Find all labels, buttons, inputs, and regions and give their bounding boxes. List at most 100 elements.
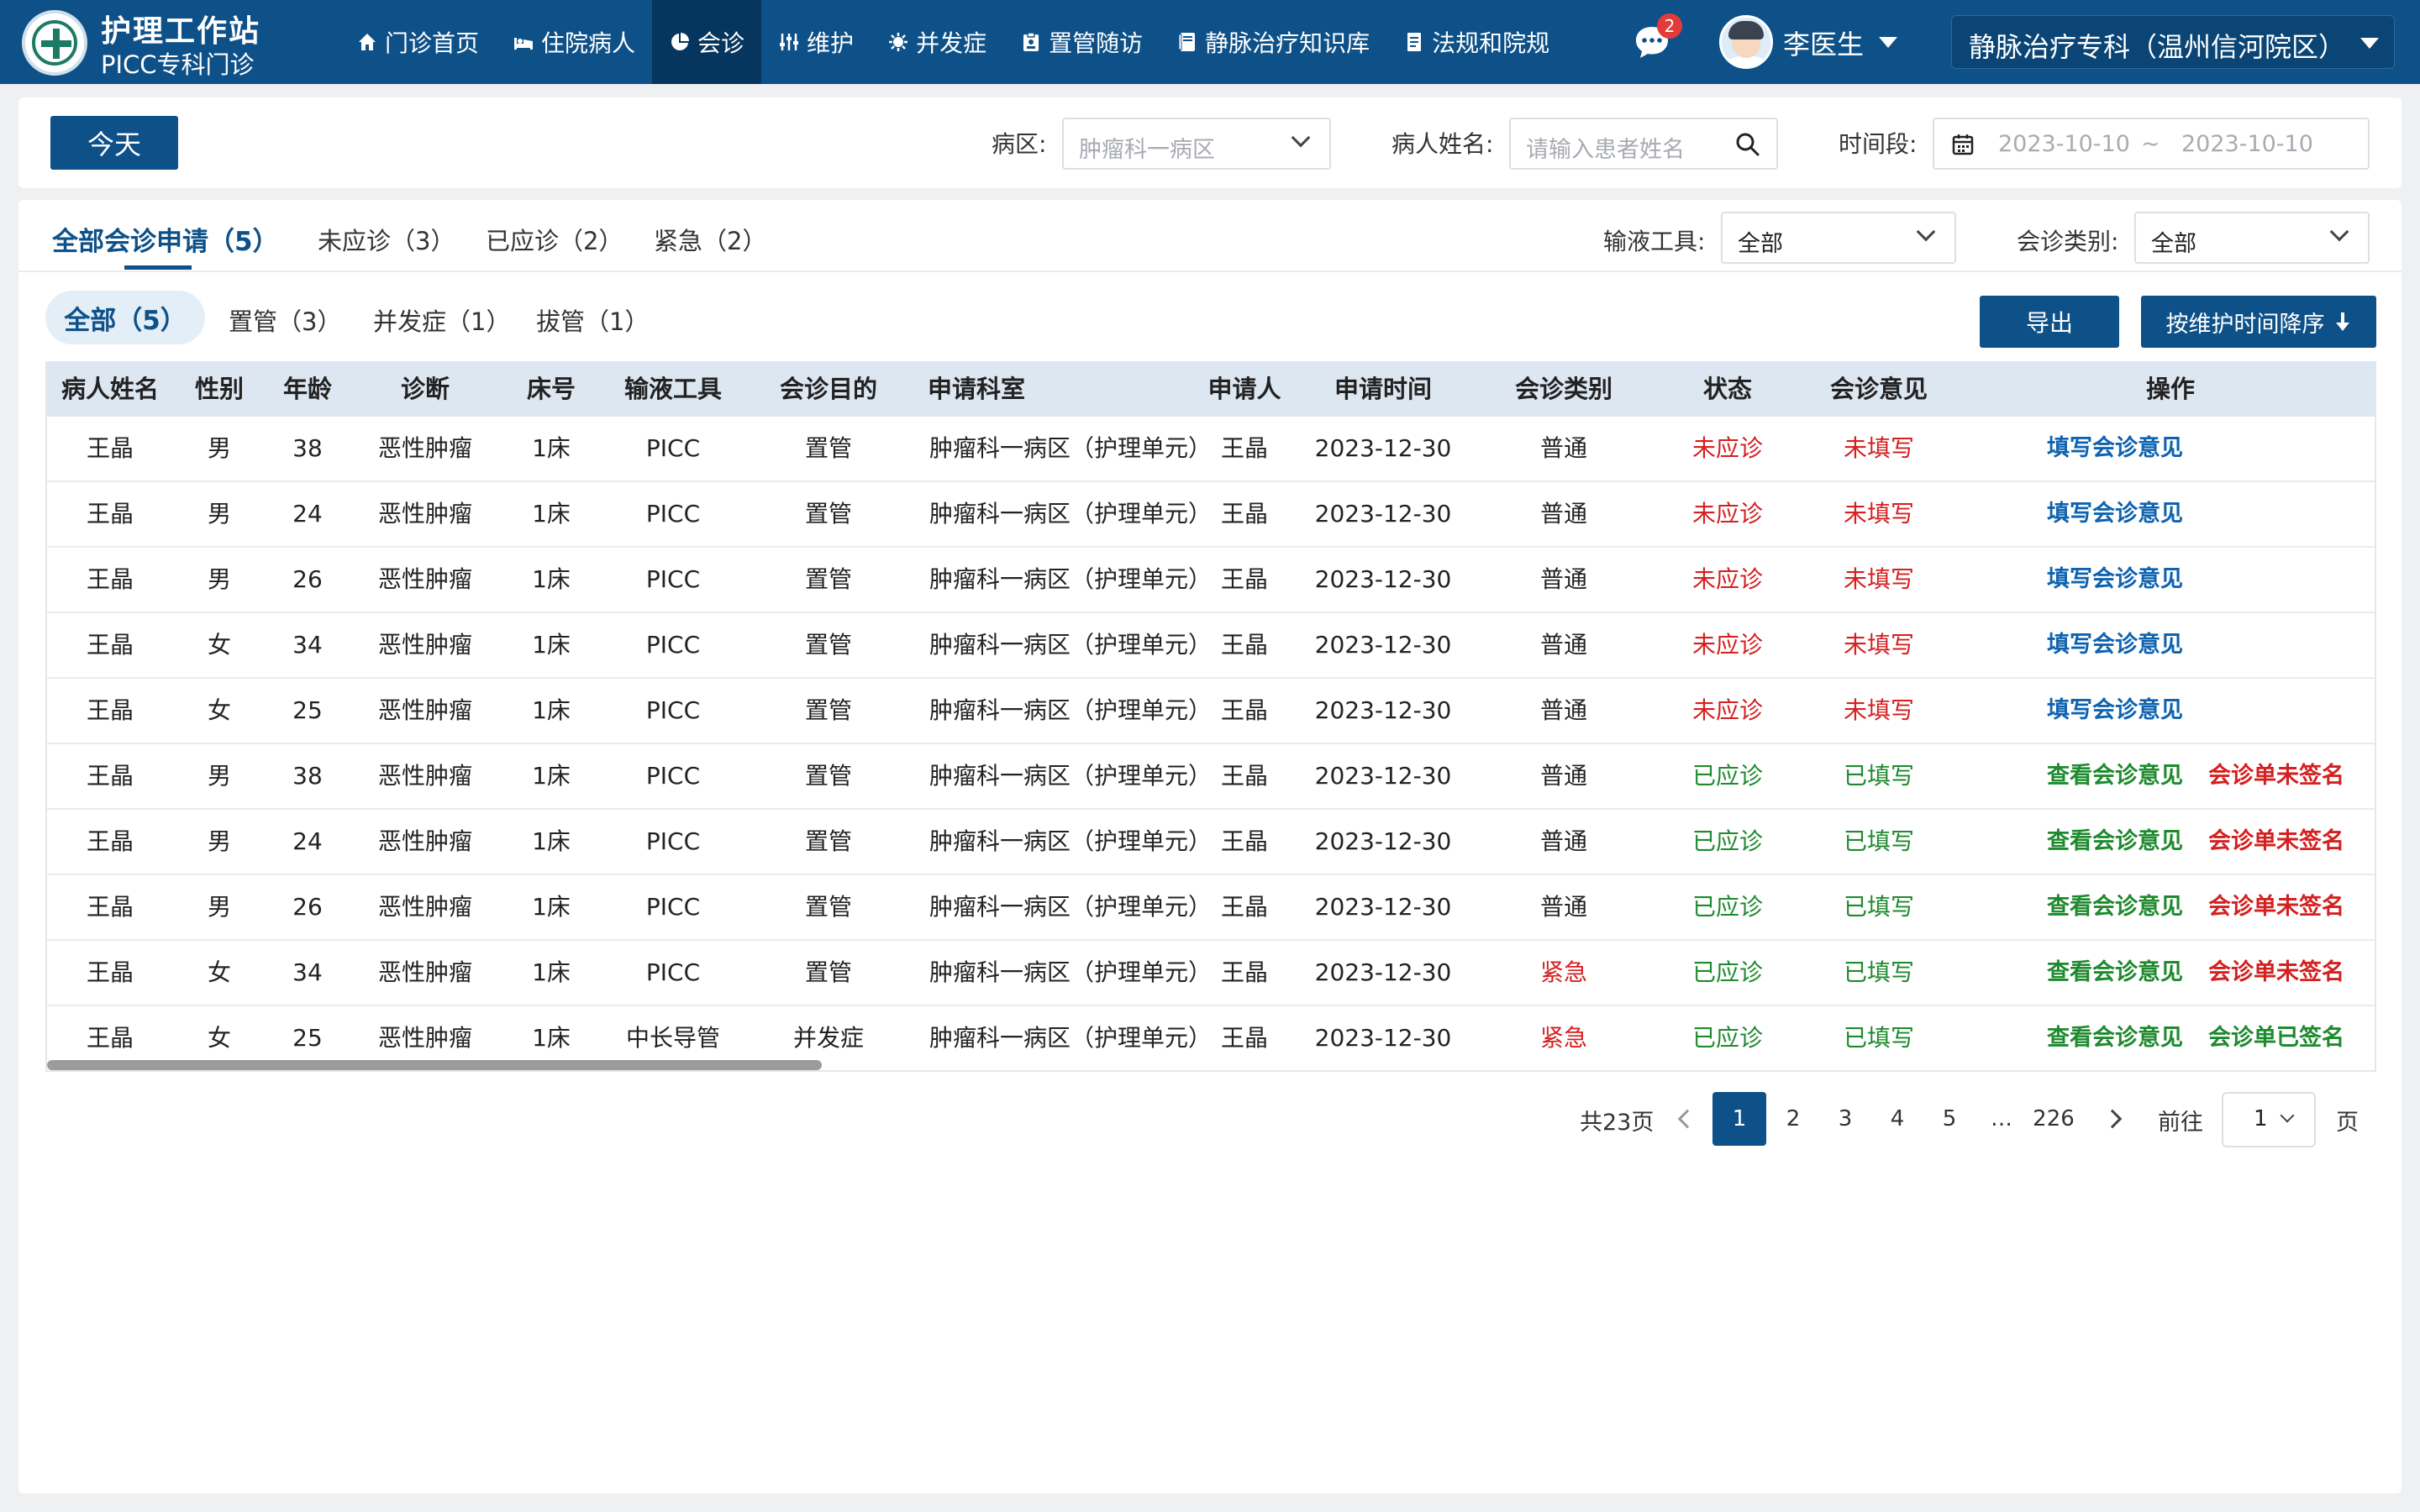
patient-name-input[interactable]: 请输入患者姓名	[1509, 118, 1778, 170]
nav-item-0[interactable]: 门诊首页	[339, 0, 496, 84]
page-number[interactable]: 1	[1712, 1092, 1766, 1146]
col-status-cell: 已应诊	[1691, 958, 1763, 986]
date-range-picker[interactable]: 2023-10-10 ~ 2023-10-10	[1933, 118, 2370, 170]
chevron-down-icon	[1291, 128, 1311, 148]
col-opinion-cell: 未填写	[1843, 500, 1914, 528]
write-opinion-link[interactable]: 填写会诊意见	[2047, 613, 2183, 677]
col-opinion-cell: 未填写	[1843, 631, 1914, 659]
consult-type-select[interactable]: 全部	[2134, 212, 2370, 264]
col-age-cell: 26	[292, 565, 323, 593]
site-selector[interactable]: 静脉治疗专科（温州信河院区）	[1951, 15, 2395, 69]
user-name[interactable]: 李医生	[1783, 24, 1864, 62]
signature-status-link[interactable]: 会诊单未签名	[2208, 941, 2344, 1005]
col-infusion-tool-header: 输液工具	[623, 375, 722, 403]
page-number[interactable]: 226	[2027, 1092, 2081, 1146]
col-department-cell: 肿瘤科一病区（护理单元）	[929, 958, 1213, 986]
col-status-cell: 未应诊	[1691, 434, 1763, 462]
col-patient-name-cell: 王晶	[86, 500, 134, 528]
nav-item-label: 置管随访	[1049, 29, 1144, 57]
col-age-cell: 38	[292, 762, 323, 790]
nav-item-1[interactable]: 住院病人	[496, 0, 652, 84]
date-end[interactable]: 2023-10-10	[2181, 131, 2313, 157]
today-button[interactable]: 今天	[50, 116, 178, 170]
user-avatar[interactable]	[1719, 15, 1773, 69]
page-number[interactable]: 2	[1766, 1092, 1820, 1146]
col-purpose-cell: 置管	[804, 762, 852, 790]
col-status-header: 状态	[1702, 375, 1752, 403]
write-opinion-link[interactable]: 填写会诊意见	[2047, 417, 2183, 480]
write-opinion-link[interactable]: 填写会诊意见	[2047, 548, 2183, 612]
nav-item-7[interactable]: 法规和院规	[1386, 0, 1566, 84]
col-age-cell: 24	[292, 827, 323, 855]
view-opinion-link[interactable]: 查看会诊意见	[2047, 941, 2183, 1005]
search-icon[interactable]	[1734, 131, 1761, 158]
write-opinion-link[interactable]: 填写会诊意见	[2047, 679, 2183, 743]
col-department-cell: 肿瘤科一病区（护理单元）	[929, 500, 1213, 528]
view-opinion-link[interactable]: 查看会诊意见	[2047, 875, 2183, 939]
col-diagnosis-cell: 恶性肿瘤	[377, 565, 472, 593]
date-start[interactable]: 2023-10-10	[1998, 131, 2130, 157]
sort-button[interactable]: 按维护时间降序	[2141, 296, 2376, 348]
goto-page-input[interactable]: 1	[2222, 1092, 2316, 1147]
signature-status-link[interactable]: 会诊单未签名	[2208, 875, 2344, 939]
col-patient-name-cell: 王晶	[86, 893, 134, 921]
filter-pill-complication[interactable]: 并发症（1）	[373, 302, 510, 338]
col-purpose-cell: 置管	[804, 434, 852, 462]
col-gender-cell: 男	[207, 565, 231, 593]
col-diagnosis-cell: 恶性肿瘤	[377, 500, 472, 528]
tab-not-responded[interactable]: 未应诊（3）	[318, 222, 455, 257]
chevron-down-icon	[2329, 222, 2349, 242]
nav-item-6[interactable]: 静脉治疗知识库	[1160, 0, 1386, 84]
export-button[interactable]: 导出	[1980, 296, 2119, 348]
page-number[interactable]: 5	[1923, 1092, 1976, 1146]
col-gender-cell: 男	[207, 827, 231, 855]
nav-item-5[interactable]: 置管随访	[1003, 0, 1160, 84]
horizontal-scrollbar-thumb[interactable]	[47, 1060, 822, 1070]
filter-pill-removal[interactable]: 拔管（1）	[536, 302, 649, 338]
col-infusion-tool-cell: PICC	[645, 762, 701, 790]
filter-pill-insertion[interactable]: 置管（3）	[229, 302, 341, 338]
nav-item-label: 静脉治疗知识库	[1205, 29, 1370, 57]
col-status-cell: 已应诊	[1691, 762, 1763, 790]
table-row: 王晶女 34 恶性肿瘤 1床 PICC 置管 肿瘤科一病区（护理单元） 王晶 2023-12-3…	[47, 613, 2375, 679]
view-opinion-link[interactable]: 查看会诊意见	[2047, 810, 2183, 874]
infusion-tool-select[interactable]: 全部	[1721, 212, 1956, 264]
tab-urgent[interactable]: 紧急（2）	[654, 222, 766, 257]
col-age-header: 年龄	[282, 375, 332, 403]
arrow-down-icon	[2335, 312, 2349, 331]
col-patient-name-cell: 王晶	[86, 827, 134, 855]
col-status-cell: 未应诊	[1691, 565, 1763, 593]
signature-status-link[interactable]: 会诊单未签名	[2208, 744, 2344, 808]
page-number[interactable]: 3	[1818, 1092, 1872, 1146]
col-department-cell: 肿瘤科一病区（护理单元）	[929, 893, 1213, 921]
infusion-tool-value: 全部	[1738, 231, 1783, 257]
nav-item-4[interactable]: 并发症	[871, 0, 1003, 84]
page-number[interactable]: 4	[1870, 1092, 1924, 1146]
filter-pill-all[interactable]: 全部（5）	[45, 291, 205, 344]
top-navigation-bar: 护理工作站 PICC专科门诊 门诊首页 住院病人 会诊 维护 并发症 置管随访 静脉治疗知识…	[0, 0, 2420, 84]
col-consult-type-header: 会诊类别	[1514, 375, 1612, 403]
write-opinion-link[interactable]: 填写会诊意见	[2047, 482, 2183, 546]
col-consult-type-cell: 普通	[1539, 762, 1587, 790]
ward-select-placeholder: 肿瘤科一病区	[1079, 137, 1215, 163]
nav-item-2[interactable]: 会诊	[652, 0, 762, 84]
ward-select[interactable]: 肿瘤科一病区	[1062, 118, 1331, 170]
tab-responded[interactable]: 已应诊（2）	[486, 222, 623, 257]
col-applicant-cell: 王晶	[1220, 631, 1268, 659]
tab-all-requests[interactable]: 全部会诊申请（5）	[52, 220, 279, 258]
col-bed-cell: 1床	[532, 696, 571, 724]
col-infusion-tool-cell: PICC	[645, 958, 701, 986]
col-age-cell: 25	[292, 696, 323, 724]
active-tab-indicator	[124, 265, 192, 270]
col-department-cell: 肿瘤科一病区（护理单元）	[929, 434, 1213, 462]
col-age-cell: 34	[292, 631, 323, 659]
signature-status-link[interactable]: 会诊单未签名	[2208, 810, 2344, 874]
view-opinion-link[interactable]: 查看会诊意见	[2047, 744, 2183, 808]
col-department-cell: 肿瘤科一病区（护理单元）	[929, 631, 1213, 659]
message-count-badge: 2	[1657, 13, 1682, 39]
nav-item-3[interactable]: 维护	[761, 0, 871, 84]
col-opinion-cell: 已填写	[1843, 893, 1914, 921]
user-menu-caret-icon[interactable]	[1879, 37, 1897, 48]
col-applicant-cell: 王晶	[1220, 762, 1268, 790]
col-purpose-header: 会诊目的	[779, 375, 877, 403]
